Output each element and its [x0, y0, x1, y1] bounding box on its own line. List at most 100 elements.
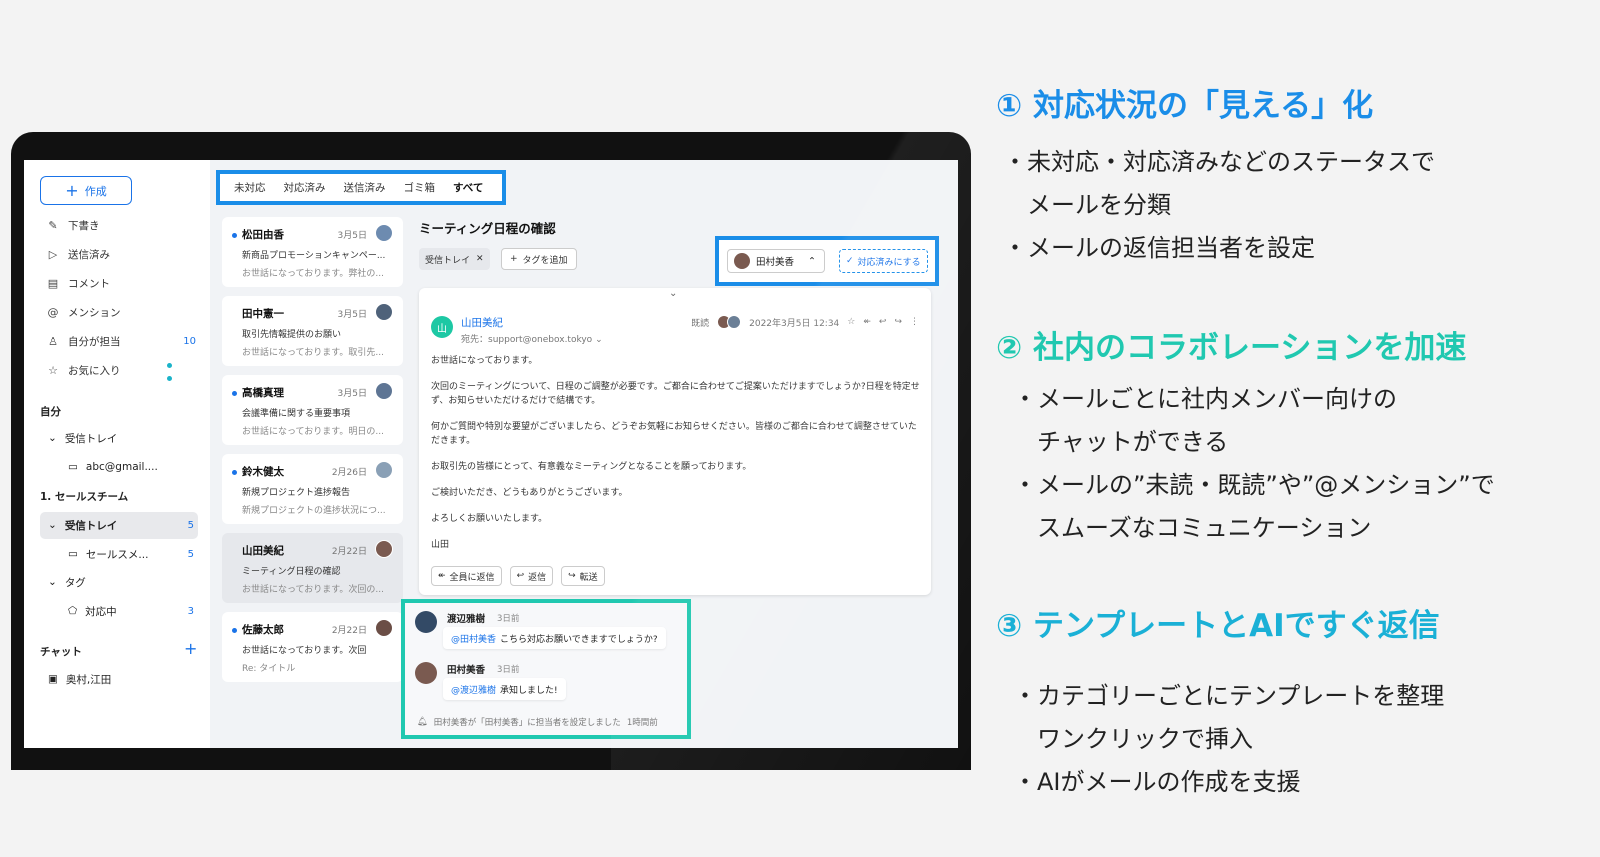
chat-time: 3日前	[497, 614, 520, 624]
tag-label: 受信トレイ	[425, 255, 471, 266]
chevron-down-icon[interactable]: ⌄	[669, 288, 677, 299]
chevron-down-icon: ⌄	[48, 576, 57, 588]
chat-text: 承知しました!	[500, 685, 558, 696]
sidebar: + 作成 ✎ 下書き ▷ 送信済み ▤ コメント @ メンション ♙ 自分が担当	[24, 160, 210, 748]
more-icon[interactable]: ⋮	[910, 317, 919, 327]
body-paragraph: 山田	[431, 539, 450, 550]
sidebar-item-label: 自分が担当	[68, 335, 121, 348]
list-item-selected[interactable]: 山田美紀 2月22日 ミーティング日程の確認 お世話になっております。次回の..…	[222, 533, 403, 603]
tab-all[interactable]: すべて	[453, 180, 483, 195]
internal-chat: 渡辺雅樹 3日前 @田村美香 こちら対応お願いできますでしょうか? 田村美香 3…	[401, 599, 691, 739]
chevron-down-icon[interactable]: ⌄	[595, 335, 603, 345]
mail-body: お世話になっております。 次回のミーティングについて、日程のご調整が必要です。ご…	[431, 355, 921, 564]
chat-bubble: @渡辺雅樹 承知しました!	[443, 678, 566, 700]
tab-unhandled[interactable]: 未対応	[234, 180, 266, 195]
sidebar-item-assigned[interactable]: ♙ 自分が担当 10	[46, 331, 196, 351]
status-dot	[167, 363, 172, 368]
avatar	[375, 224, 393, 242]
unread-dot	[232, 391, 237, 396]
mark-done-button[interactable]: ✓ 対応済みにする	[839, 249, 928, 273]
mail-preview: 新規プロジェクトの進捗状況につ...	[242, 506, 386, 516]
mail-date: 2月22日	[331, 547, 367, 557]
feature-2-line: ・メールの”未読・既読”や”@メンション”で	[1013, 471, 1495, 499]
section-title-chat: チャット	[40, 646, 82, 658]
body-paragraph: お世話になっております。	[431, 356, 538, 366]
tag-item[interactable]: ⬠ 対応中 3	[68, 601, 194, 621]
mail-subject: 新商品プロモーションキャンペー...	[242, 251, 386, 261]
list-item[interactable]: 高橋真理 3月5日 会議準備に関する重要事項 お世話になっております。明日の..…	[222, 375, 403, 445]
mail-subject: 取引先情報提供のお願い	[242, 330, 342, 340]
list-item[interactable]: 田中憲一 3月5日 取引先情報提供のお願い お世話になっております。取引先...	[222, 296, 403, 366]
sidebar-item-drafts[interactable]: ✎ 下書き	[46, 215, 196, 235]
mail-subject: お世話になっております。次回	[242, 646, 367, 656]
mail-date: 2月22日	[331, 626, 367, 636]
team-account-label: セールスメ...	[85, 548, 149, 561]
body-paragraph: ご検討いただき、どうもありがとうございます。	[431, 487, 628, 498]
mail-date: 3月5日	[337, 389, 367, 399]
sender-name[interactable]: 山田美紀	[461, 315, 503, 330]
mail-preview: Re: タイトル	[242, 664, 296, 674]
recipient-address: 宛先：support@onebox.tokyo	[461, 335, 593, 345]
sender-name: 鈴木健太	[242, 466, 284, 478]
self-account[interactable]: ▭ abc@gmail....	[68, 457, 158, 477]
add-tag-label: タグを追加	[522, 255, 568, 266]
tag-group[interactable]: ⌄ タグ	[48, 572, 86, 592]
chat-item[interactable]: ▣ 奥村,江田	[48, 669, 111, 689]
chat-icon: ▣	[48, 673, 58, 685]
chat-time: 3日前	[497, 665, 520, 675]
self-inbox[interactable]: ⌄ 受信トレイ	[48, 428, 117, 448]
chat-activity: 🔔︎ 田村美香が「田村美香」に担当者を設定しました 1時間前	[417, 716, 658, 728]
list-item[interactable]: 鈴木健太 2月26日 新規プロジェクト進捗報告 新規プロジェクトの進捗状況につ.…	[222, 454, 403, 524]
team-inbox-count: 5	[187, 519, 194, 531]
chat-author: 渡辺雅樹	[447, 614, 486, 625]
feature-1-line: メールを分類	[1003, 191, 1171, 219]
mail-preview: お世話になっております。弊社の...	[242, 269, 384, 279]
add-chat-icon[interactable]: +	[184, 639, 197, 658]
mention[interactable]: @田村美香	[451, 632, 496, 645]
bell-icon: 🔔︎	[417, 717, 428, 727]
section-title-team: 1. セールスチーム	[40, 491, 129, 503]
inbox-tag[interactable]: 受信トレイ ✕	[419, 248, 490, 270]
tab-trash[interactable]: ゴミ箱	[404, 180, 436, 195]
section-title-self: 自分	[40, 406, 61, 418]
forward-button[interactable]: ↪ 転送	[561, 566, 605, 586]
self-inbox-label: 受信トレイ	[64, 432, 118, 445]
status-tabs: 未対応 対応済み 送信済み ゴミ箱 すべて	[216, 170, 506, 205]
close-icon[interactable]: ✕	[476, 254, 484, 264]
sidebar-item-sent[interactable]: ▷ 送信済み	[46, 244, 196, 264]
avatar	[375, 303, 393, 321]
reply-icon[interactable]: ↩	[879, 317, 887, 327]
feature-2-line: スムーズなコミュニケーション	[1013, 514, 1372, 542]
reply-all-icon[interactable]: ↞	[863, 317, 871, 327]
sender-name: 佐藤太郎	[242, 624, 284, 636]
sidebar-item-label: メンション	[68, 306, 121, 319]
mention[interactable]: @渡辺雅樹	[451, 683, 496, 696]
reply-button[interactable]: ↩ 返信	[509, 566, 554, 586]
unread-dot	[232, 470, 237, 475]
chat-author: 田村美香	[447, 665, 486, 676]
body-paragraph: 何かご質問や特別な要望がございましたら、どうぞお気軽にお知らせください。皆様のご…	[431, 421, 917, 446]
reply-all-button[interactable]: ↞ 全員に返信	[431, 566, 502, 586]
laptop-frame: + 作成 ✎ 下書き ▷ 送信済み ▤ コメント @ メンション ♙ 自分が担当	[11, 132, 971, 770]
sidebar-item-favorites[interactable]: ☆ お気に入り	[46, 360, 196, 380]
tab-sent[interactable]: 送信済み	[344, 180, 386, 195]
add-tag-button[interactable]: + タグを追加	[501, 248, 577, 270]
compose-button[interactable]: + 作成	[40, 176, 132, 205]
sender-name: 山田美紀	[242, 545, 284, 557]
assignee-name: 田村美香	[756, 257, 795, 268]
assignee-select[interactable]: 田村美香 ⌃	[727, 249, 825, 273]
feature-heading-2: ② 社内のコラボレーションを加速	[996, 330, 1467, 366]
read-status: 既読	[691, 318, 710, 329]
list-item[interactable]: 松田由香 3月5日 新商品プロモーションキャンペー... お世話になっております…	[222, 217, 403, 287]
sidebar-item-mentions[interactable]: @ メンション	[46, 302, 196, 322]
comment-icon: ▤	[47, 276, 59, 290]
sidebar-item-comments[interactable]: ▤ コメント	[46, 273, 196, 293]
mail-preview: お世話になっております。明日の...	[242, 427, 384, 437]
main-area: 未対応 対応済み 送信済み ゴミ箱 すべて 松田由香 3月5日 新商品プロモーシ…	[210, 160, 958, 748]
tab-handled[interactable]: 対応済み	[284, 180, 326, 195]
list-item[interactable]: 佐藤太郎 2月22日 お世話になっております。次回 Re: タイトル	[222, 612, 403, 682]
team-account[interactable]: ▭ セールスメ... 5	[68, 544, 194, 564]
forward-icon[interactable]: ↪	[894, 317, 902, 327]
star-icon[interactable]: ☆	[847, 317, 855, 327]
team-inbox[interactable]: ⌄ 受信トレイ 5	[48, 515, 194, 535]
